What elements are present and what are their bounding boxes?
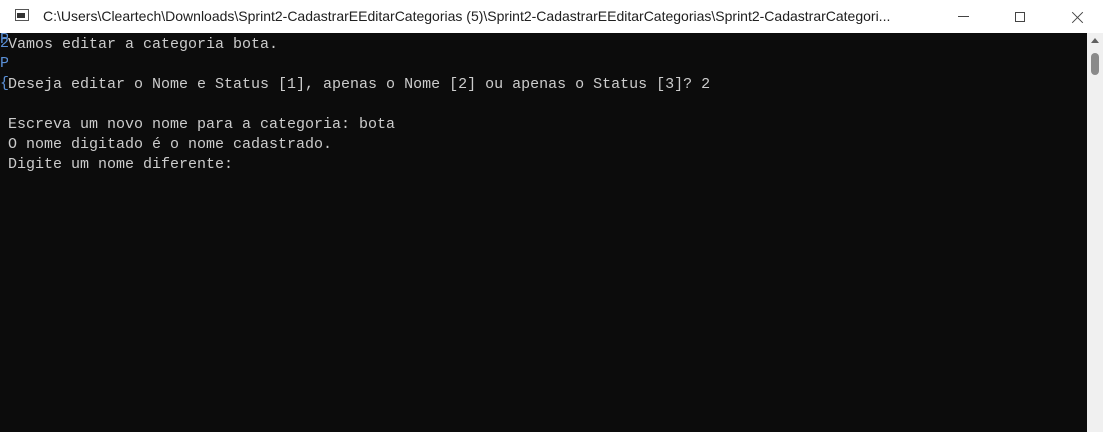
scrollbar-thumb[interactable] xyxy=(1091,53,1099,75)
console-line: O nome digitado é o nome cadastrado. xyxy=(8,136,333,153)
scroll-up-arrow-icon[interactable] xyxy=(1091,38,1099,43)
background-text-fragment: { xyxy=(0,74,8,94)
console-line: Escreva um novo nome para a categoria: b… xyxy=(8,116,396,133)
console-line: Vamos editar a categoria bota. xyxy=(8,36,279,53)
console-line: Digite um nome diferente: xyxy=(8,156,234,173)
close-icon xyxy=(1072,11,1084,23)
title-bar[interactable]: C:\Users\Cleartech\Downloads\Sprint2-Cad… xyxy=(0,0,1103,33)
console-output[interactable]: P 2 P { Vamos editar a categoria bota. D… xyxy=(0,33,1087,432)
console-app-icon[interactable] xyxy=(15,9,29,21)
background-text-fragment: 2 xyxy=(0,35,8,52)
console-line: Deseja editar o Nome e Status [1], apena… xyxy=(8,76,711,93)
close-button[interactable] xyxy=(1055,0,1101,33)
background-text-fragment: P xyxy=(0,55,8,72)
maximize-button[interactable] xyxy=(997,0,1043,33)
minimize-button[interactable] xyxy=(940,0,986,33)
window-title: C:\Users\Cleartech\Downloads\Sprint2-Cad… xyxy=(43,8,891,24)
maximize-icon xyxy=(1015,11,1025,22)
minimize-icon xyxy=(957,16,969,17)
vertical-scrollbar[interactable] xyxy=(1087,33,1103,432)
